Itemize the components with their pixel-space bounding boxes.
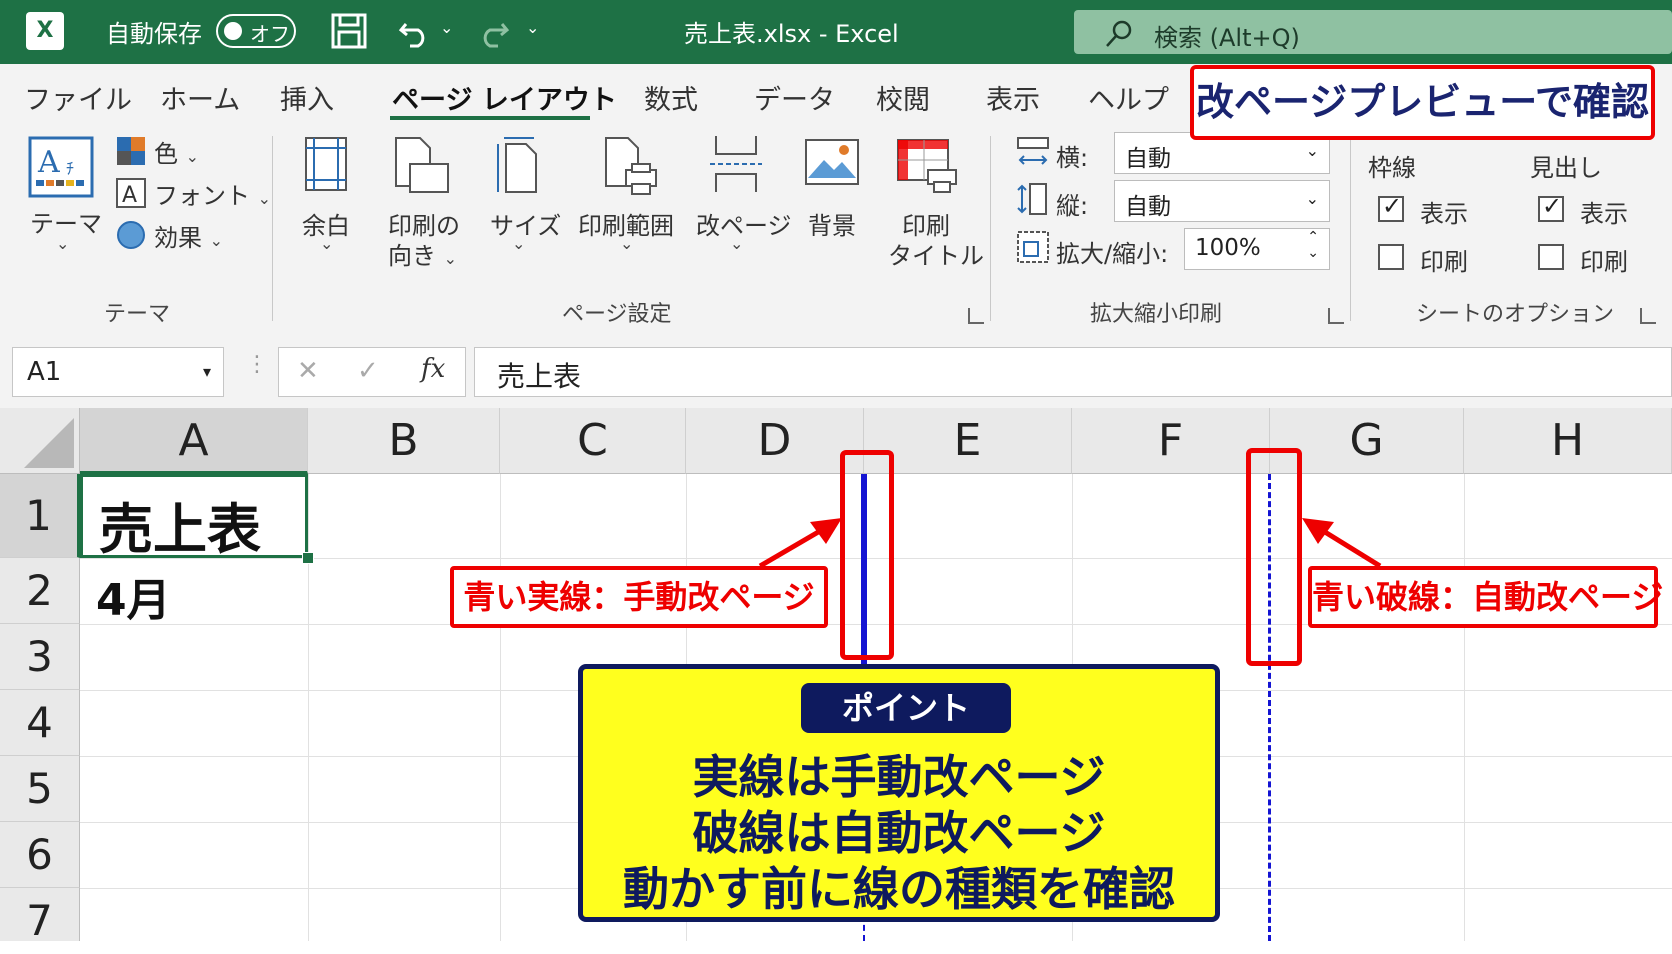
label-manual-break: 青い実線：手動改ページ xyxy=(450,566,828,628)
callout-page-break-preview: 改ページプレビューで確認 xyxy=(1190,65,1655,140)
label-auto-break: 青い破線：自動改ページ xyxy=(1308,566,1663,628)
point-callout: ポイント 実線は手動改ページ 破線は自動改ページ 動かす前に線の種類を確認 xyxy=(578,664,1220,922)
arrowhead-icon xyxy=(1302,518,1334,544)
point-badge: ポイント xyxy=(801,683,1011,733)
arrowhead-icon xyxy=(810,518,842,544)
point-line-3: 動かす前に線の種類を確認 xyxy=(623,862,1175,916)
